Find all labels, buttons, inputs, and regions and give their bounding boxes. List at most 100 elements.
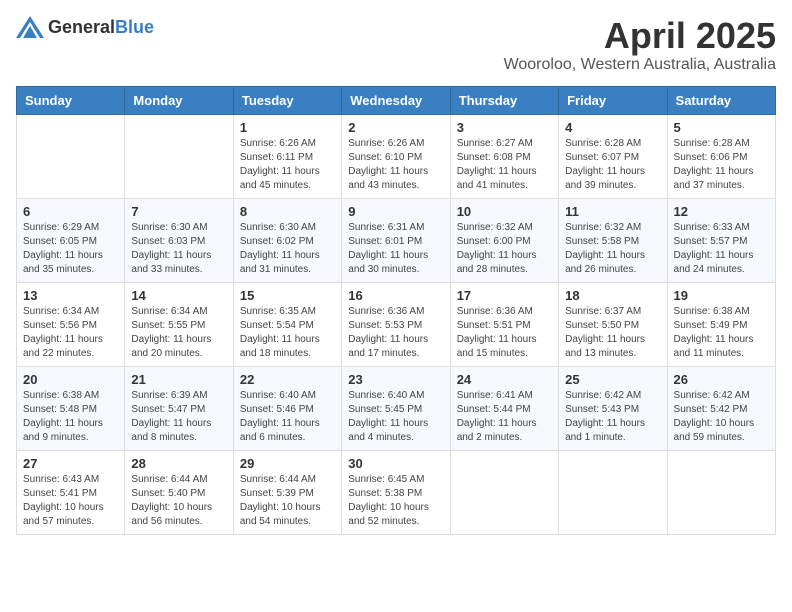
calendar-week-row: 13Sunrise: 6:34 AM Sunset: 5:56 PM Dayli…: [17, 282, 776, 366]
logo-icon: [16, 16, 44, 38]
calendar-cell: 26 Sunrise: 6:42 AM Sunset: 5:42 PM Dayli…: [667, 366, 775, 450]
header-monday: Monday: [125, 86, 233, 114]
calendar-title: April 2025: [504, 16, 776, 56]
calendar-cell: 15Sunrise: 6:35 AM Sunset: 5:54 PM Dayli…: [233, 282, 341, 366]
calendar-cell: 9Sunrise: 6:31 AM Sunset: 6:01 PM Daylig…: [342, 198, 450, 282]
calendar-cell: [125, 114, 233, 198]
logo-blue-text: Blue: [115, 17, 154, 38]
day-number: 7: [131, 204, 226, 219]
day-number: 3: [457, 120, 552, 135]
day-number: 9: [348, 204, 443, 219]
calendar-cell: 3Sunrise: 6:27 AM Sunset: 6:08 PM Daylig…: [450, 114, 558, 198]
day-number: 23: [348, 372, 443, 387]
day-info: Sunrise: 6:40 AM Sunset: 5:46 PM Dayligh…: [240, 389, 335, 445]
day-info: Sunrise: 6:34 AM Sunset: 5:56 PM Dayligh…: [23, 305, 118, 361]
header-saturday: Saturday: [667, 86, 775, 114]
day-info: Sunrise: 6:28 AM Sunset: 6:06 PM Dayligh…: [674, 137, 769, 193]
logo: General Blue: [16, 16, 154, 38]
calendar-week-row: 6 Sunrise: 6:29 AM Sunset: 6:05 PM Daylig…: [17, 198, 776, 282]
day-info: Sunrise: 6:44 AM Sunset: 5:39 PM Dayligh…: [240, 473, 335, 529]
calendar-cell: 29 Sunrise: 6:44 AM Sunset: 5:39 PM Dayli…: [233, 450, 341, 534]
day-info: Sunrise: 6:30 AM Sunset: 6:02 PM Dayligh…: [240, 221, 335, 277]
title-block: April 2025 Wooroloo, Western Australia, …: [504, 16, 776, 74]
calendar-cell: 22Sunrise: 6:40 AM Sunset: 5:46 PM Dayli…: [233, 366, 341, 450]
day-info: Sunrise: 6:38 AM Sunset: 5:48 PM Dayligh…: [23, 389, 118, 445]
calendar-cell: 20 Sunrise: 6:38 AM Sunset: 5:48 PM Dayli…: [17, 366, 125, 450]
calendar-cell: 8Sunrise: 6:30 AM Sunset: 6:02 PM Daylig…: [233, 198, 341, 282]
weekday-header-row: Sunday Monday Tuesday Wednesday Thursday…: [17, 86, 776, 114]
calendar-cell: 19 Sunrise: 6:38 AM Sunset: 5:49 PM Dayli…: [667, 282, 775, 366]
calendar-cell: 24 Sunrise: 6:41 AM Sunset: 5:44 PM Dayli…: [450, 366, 558, 450]
day-info: Sunrise: 6:41 AM Sunset: 5:44 PM Dayligh…: [457, 389, 552, 445]
day-number: 19: [674, 288, 769, 303]
day-number: 14: [131, 288, 226, 303]
day-number: 4: [565, 120, 660, 135]
day-info: Sunrise: 6:26 AM Sunset: 6:10 PM Dayligh…: [348, 137, 443, 193]
day-info: Sunrise: 6:38 AM Sunset: 5:49 PM Dayligh…: [674, 305, 769, 361]
calendar-cell: 1 Sunrise: 6:26 AM Sunset: 6:11 PM Daylig…: [233, 114, 341, 198]
day-number: 5: [674, 120, 769, 135]
day-number: 29: [240, 456, 335, 471]
day-number: 16: [348, 288, 443, 303]
header-tuesday: Tuesday: [233, 86, 341, 114]
day-info: Sunrise: 6:42 AM Sunset: 5:42 PM Dayligh…: [674, 389, 769, 445]
day-info: Sunrise: 6:43 AM Sunset: 5:41 PM Dayligh…: [23, 473, 118, 529]
day-info: Sunrise: 6:36 AM Sunset: 5:51 PM Dayligh…: [457, 305, 552, 361]
day-info: Sunrise: 6:45 AM Sunset: 5:38 PM Dayligh…: [348, 473, 443, 529]
day-number: 6: [23, 204, 118, 219]
day-info: Sunrise: 6:34 AM Sunset: 5:55 PM Dayligh…: [131, 305, 226, 361]
calendar-cell: 17 Sunrise: 6:36 AM Sunset: 5:51 PM Dayli…: [450, 282, 558, 366]
day-number: 24: [457, 372, 552, 387]
calendar-cell: [667, 450, 775, 534]
calendar-cell: [450, 450, 558, 534]
calendar-cell: 27Sunrise: 6:43 AM Sunset: 5:41 PM Dayli…: [17, 450, 125, 534]
calendar-cell: 4 Sunrise: 6:28 AM Sunset: 6:07 PM Daylig…: [559, 114, 667, 198]
day-number: 10: [457, 204, 552, 219]
day-info: Sunrise: 6:40 AM Sunset: 5:45 PM Dayligh…: [348, 389, 443, 445]
calendar-table: Sunday Monday Tuesday Wednesday Thursday…: [16, 86, 776, 535]
day-number: 1: [240, 120, 335, 135]
calendar-cell: 2 Sunrise: 6:26 AM Sunset: 6:10 PM Daylig…: [342, 114, 450, 198]
calendar-week-row: 1 Sunrise: 6:26 AM Sunset: 6:11 PM Daylig…: [17, 114, 776, 198]
day-number: 17: [457, 288, 552, 303]
day-number: 2: [348, 120, 443, 135]
calendar-cell: 21Sunrise: 6:39 AM Sunset: 5:47 PM Dayli…: [125, 366, 233, 450]
header-thursday: Thursday: [450, 86, 558, 114]
page-header: General Blue April 2025 Wooroloo, Wester…: [16, 16, 776, 74]
header-friday: Friday: [559, 86, 667, 114]
day-info: Sunrise: 6:30 AM Sunset: 6:03 PM Dayligh…: [131, 221, 226, 277]
day-info: Sunrise: 6:33 AM Sunset: 5:57 PM Dayligh…: [674, 221, 769, 277]
day-number: 30: [348, 456, 443, 471]
day-info: Sunrise: 6:36 AM Sunset: 5:53 PM Dayligh…: [348, 305, 443, 361]
header-wednesday: Wednesday: [342, 86, 450, 114]
day-number: 15: [240, 288, 335, 303]
day-info: Sunrise: 6:32 AM Sunset: 6:00 PM Dayligh…: [457, 221, 552, 277]
calendar-cell: 13Sunrise: 6:34 AM Sunset: 5:56 PM Dayli…: [17, 282, 125, 366]
calendar-cell: 18Sunrise: 6:37 AM Sunset: 5:50 PM Dayli…: [559, 282, 667, 366]
day-info: Sunrise: 6:39 AM Sunset: 5:47 PM Dayligh…: [131, 389, 226, 445]
day-info: Sunrise: 6:28 AM Sunset: 6:07 PM Dayligh…: [565, 137, 660, 193]
day-info: Sunrise: 6:29 AM Sunset: 6:05 PM Dayligh…: [23, 221, 118, 277]
day-number: 25: [565, 372, 660, 387]
calendar-cell: 11 Sunrise: 6:32 AM Sunset: 5:58 PM Dayli…: [559, 198, 667, 282]
day-info: Sunrise: 6:32 AM Sunset: 5:58 PM Dayligh…: [565, 221, 660, 277]
calendar-cell: 10 Sunrise: 6:32 AM Sunset: 6:00 PM Dayli…: [450, 198, 558, 282]
calendar-cell: [17, 114, 125, 198]
day-info: Sunrise: 6:37 AM Sunset: 5:50 PM Dayligh…: [565, 305, 660, 361]
calendar-cell: 23 Sunrise: 6:40 AM Sunset: 5:45 PM Dayli…: [342, 366, 450, 450]
day-number: 11: [565, 204, 660, 219]
calendar-cell: 12 Sunrise: 6:33 AM Sunset: 5:57 PM Dayli…: [667, 198, 775, 282]
calendar-week-row: 20 Sunrise: 6:38 AM Sunset: 5:48 PM Dayli…: [17, 366, 776, 450]
calendar-subtitle: Wooroloo, Western Australia, Australia: [504, 56, 776, 74]
header-sunday: Sunday: [17, 86, 125, 114]
calendar-cell: 5 Sunrise: 6:28 AM Sunset: 6:06 PM Daylig…: [667, 114, 775, 198]
day-number: 28: [131, 456, 226, 471]
day-info: Sunrise: 6:44 AM Sunset: 5:40 PM Dayligh…: [131, 473, 226, 529]
day-info: Sunrise: 6:26 AM Sunset: 6:11 PM Dayligh…: [240, 137, 335, 193]
calendar-cell: 7 Sunrise: 6:30 AM Sunset: 6:03 PM Daylig…: [125, 198, 233, 282]
day-number: 26: [674, 372, 769, 387]
day-number: 20: [23, 372, 118, 387]
calendar-week-row: 27Sunrise: 6:43 AM Sunset: 5:41 PM Dayli…: [17, 450, 776, 534]
day-number: 12: [674, 204, 769, 219]
calendar-cell: 6 Sunrise: 6:29 AM Sunset: 6:05 PM Daylig…: [17, 198, 125, 282]
